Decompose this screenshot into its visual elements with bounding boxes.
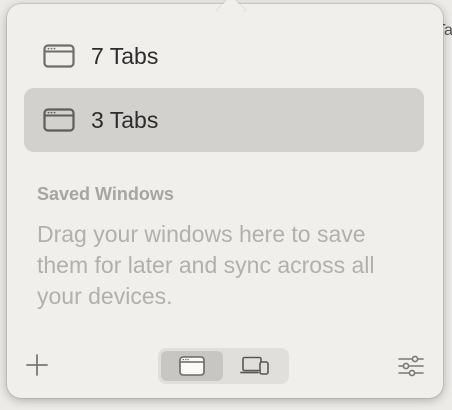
view-segmented-control <box>158 348 289 384</box>
saved-windows-description: Drag your windows here to save them for … <box>37 221 375 309</box>
segment-devices[interactable] <box>224 351 286 381</box>
segment-windows[interactable] <box>161 351 223 381</box>
browser-window-icon <box>43 108 75 132</box>
devices-icon <box>240 356 269 375</box>
tab-group-label: 7 Tabs <box>91 42 159 69</box>
tab-groups-popover: 7 Tabs 3 Tabs Saved Windows Drag your wi… <box>7 4 443 398</box>
browser-window-icon <box>43 44 75 68</box>
tab-group-row-1[interactable]: 7 Tabs <box>24 24 424 88</box>
plus-icon[interactable] <box>25 353 49 377</box>
browser-window-icon <box>179 356 205 376</box>
sliders-icon[interactable] <box>397 354 425 378</box>
tab-group-row-2[interactable]: 3 Tabs <box>24 88 424 152</box>
tab-group-label: 3 Tabs <box>91 106 159 133</box>
popover-arrow <box>213 0 249 12</box>
saved-windows-title: Saved Windows <box>37 184 174 204</box>
